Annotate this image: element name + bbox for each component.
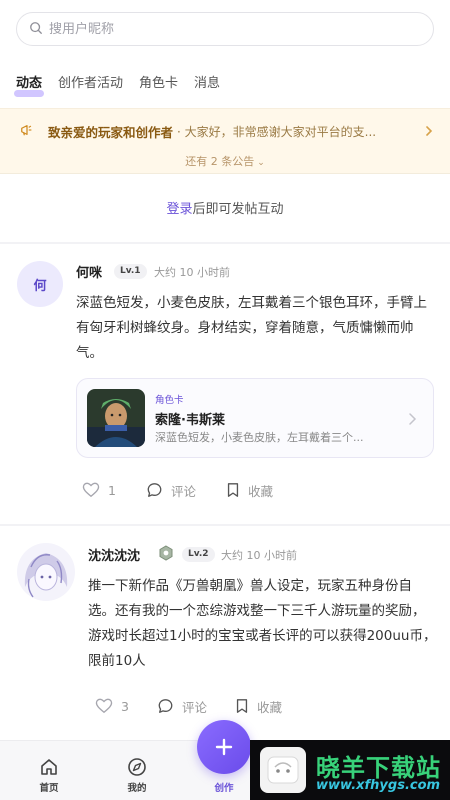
collect-button[interactable]: 收藏 bbox=[226, 481, 273, 500]
level-badge: Lv.1 bbox=[114, 264, 147, 279]
tab-creator-events[interactable]: 创作者活动 bbox=[58, 74, 123, 96]
announcement-title: 致亲爱的玩家和创作者 bbox=[48, 124, 174, 140]
like-button[interactable]: 1 bbox=[82, 482, 116, 498]
like-button[interactable]: 3 bbox=[95, 698, 129, 714]
plus-icon bbox=[215, 738, 233, 756]
login-link[interactable]: 登录 bbox=[166, 202, 192, 217]
card-title: 索隆·韦斯莱 bbox=[155, 413, 225, 428]
create-button[interactable] bbox=[197, 720, 251, 774]
comment-label: 评论 bbox=[170, 483, 196, 499]
character-card-image bbox=[87, 389, 145, 447]
comment-icon bbox=[147, 483, 162, 497]
like-count: 3 bbox=[121, 698, 129, 714]
chevron-down-icon: ⌄ bbox=[257, 158, 265, 168]
bookmark-icon bbox=[236, 699, 248, 713]
divider bbox=[0, 524, 450, 526]
post-content[interactable]: 深蓝色短发，小麦色皮肤，左耳戴着三个银色耳环，手臂上有匈牙利树蜂纹身。身材结实，… bbox=[76, 291, 432, 366]
avatar-text: 何 bbox=[33, 278, 47, 294]
nav-home[interactable]: 首页 bbox=[24, 757, 74, 794]
post-author[interactable]: 沈沈沈沈 bbox=[88, 545, 140, 564]
watermark-logo bbox=[260, 747, 306, 793]
watermark: 晓羊下载站 www.xfhygs.com bbox=[250, 740, 450, 800]
tab-character-cards[interactable]: 角色卡 bbox=[139, 74, 178, 96]
collect-button[interactable]: 收藏 bbox=[235, 697, 282, 716]
chevron-right-icon bbox=[407, 411, 417, 430]
avatar[interactable]: 何 bbox=[17, 261, 63, 307]
level-badge: Lv.2 bbox=[182, 547, 215, 562]
avatar[interactable] bbox=[17, 543, 75, 601]
login-hint-text: 后即可发帖互动 bbox=[192, 202, 284, 217]
megaphone-icon bbox=[20, 122, 34, 141]
card-description: 深蓝色短发，小麦色皮肤，左耳戴着三个... bbox=[155, 431, 364, 444]
chevron-right-icon bbox=[424, 122, 434, 141]
comment-button[interactable]: 评论 bbox=[146, 481, 196, 500]
create-label: 创作 bbox=[214, 783, 234, 794]
card-tag: 角色卡 bbox=[155, 395, 184, 406]
watermark-url: www.xfhygs.com bbox=[316, 778, 441, 793]
like-count: 1 bbox=[108, 482, 116, 498]
nav-mine-label: 我的 bbox=[127, 783, 147, 794]
tab-messages[interactable]: 消息 bbox=[194, 74, 220, 96]
home-icon bbox=[41, 759, 57, 775]
more-announcements[interactable]: 还有 2 条公告 ⌄ bbox=[0, 153, 450, 169]
heart-icon bbox=[95, 698, 113, 714]
character-card[interactable]: 角色卡 索隆·韦斯莱 深蓝色短发，小麦色皮肤，左耳戴着三个... bbox=[76, 378, 434, 458]
collect-label: 收藏 bbox=[247, 483, 273, 499]
search-input[interactable] bbox=[49, 21, 409, 37]
heart-icon bbox=[82, 482, 100, 498]
comment-button[interactable]: 评论 bbox=[157, 697, 207, 716]
post-time: 大约 10 小时前 bbox=[221, 549, 297, 562]
divider bbox=[0, 242, 450, 244]
nav-mine[interactable]: 我的 bbox=[112, 757, 162, 794]
tab-bar: 动态 创作者活动 角色卡 消息 bbox=[13, 74, 220, 97]
nav-home-label: 首页 bbox=[39, 783, 59, 794]
comment-label: 评论 bbox=[181, 699, 207, 715]
search-icon bbox=[29, 20, 43, 39]
post-actions: 3 评论 收藏 bbox=[95, 696, 282, 716]
post-time: 大约 10 小时前 bbox=[154, 266, 230, 279]
announcement-text: · 大家好，非常感谢大家对平台的支... bbox=[177, 124, 377, 139]
compass-icon bbox=[128, 758, 146, 776]
login-hint: 登录后即可发帖互动 bbox=[0, 198, 450, 217]
bookmark-icon bbox=[227, 483, 239, 497]
tab-feed[interactable]: 动态 bbox=[13, 74, 45, 97]
more-announcements-label: 还有 2 条公告 bbox=[185, 155, 255, 168]
collect-label: 收藏 bbox=[256, 699, 282, 715]
post-actions: 1 评论 收藏 bbox=[82, 480, 273, 500]
post-author[interactable]: 何咪 bbox=[76, 262, 102, 281]
search-bar[interactable] bbox=[16, 12, 434, 46]
post-content[interactable]: 推一下新作品《万兽朝凰》兽人设定，玩家五种身份自选。还有我的一个恋综游戏整一下三… bbox=[88, 574, 438, 674]
comment-icon bbox=[158, 699, 173, 713]
announcement-banner[interactable]: 致亲爱的玩家和创作者 · 大家好，非常感谢大家对平台的支... 还有 2 条公告… bbox=[0, 108, 450, 174]
badge-icon bbox=[158, 545, 174, 565]
